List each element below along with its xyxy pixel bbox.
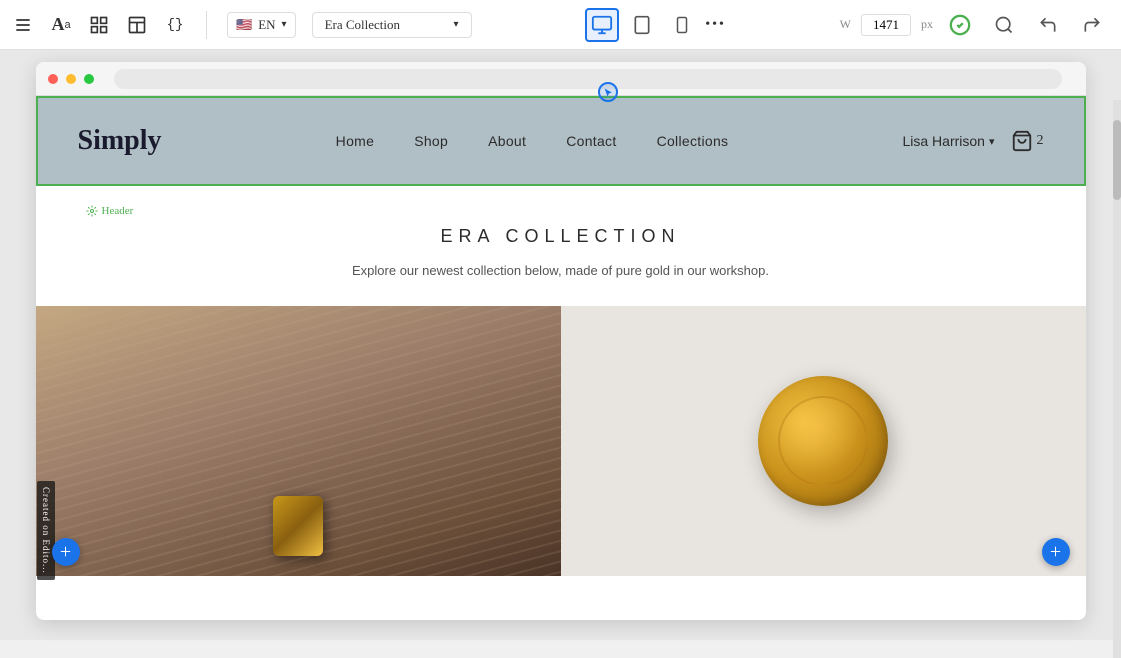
scrollbar-thumb[interactable] xyxy=(1113,120,1121,200)
add-section-right-button[interactable]: + xyxy=(1042,538,1070,566)
site-navigation: Home Shop About Contact Collections xyxy=(162,133,903,149)
mobile-view-button[interactable] xyxy=(665,8,699,42)
browser-dot-yellow xyxy=(66,74,76,84)
zoom-button[interactable] xyxy=(987,8,1021,42)
website-content: Header Simply Home Shop About Contact Co… xyxy=(36,96,1086,620)
site-header: Simply Home Shop About Contact Collectio… xyxy=(36,96,1086,186)
hero-section: ERA COLLECTION Explore our newest collec… xyxy=(36,186,1086,306)
nav-about[interactable]: About xyxy=(488,133,526,149)
coin-scene xyxy=(561,306,1086,576)
lang-chevron-icon: ▾ xyxy=(282,19,287,30)
more-options-icon[interactable]: ••• xyxy=(705,14,727,36)
flag-icon: 🇺🇸 xyxy=(236,17,252,33)
scrollbar[interactable] xyxy=(1113,100,1121,658)
language-selector[interactable]: 🇺🇸 EN ▾ xyxy=(227,12,296,38)
earring-scene xyxy=(36,306,561,576)
toolbar-left: Aa {} 🇺🇸 EN ▾ Era Collection ▾ xyxy=(12,11,472,39)
cart-button[interactable]: 2 xyxy=(1011,130,1044,152)
nav-home[interactable]: Home xyxy=(336,133,375,149)
site-logo: Simply xyxy=(78,125,162,157)
nav-contact[interactable]: Contact xyxy=(566,133,616,149)
product-card-left[interactable] xyxy=(36,306,561,576)
header-label-text: Header xyxy=(102,205,134,217)
browser-url-bar xyxy=(114,69,1062,89)
product-grid: + + xyxy=(36,306,1086,576)
browser-chrome xyxy=(36,62,1086,96)
device-switcher: ••• xyxy=(480,8,832,42)
coin-relief xyxy=(778,396,868,486)
toolbar-right: W 1471 px xyxy=(840,8,1109,42)
cart-count: 2 xyxy=(1037,133,1044,149)
width-label: W xyxy=(840,17,851,32)
product-card-right[interactable] xyxy=(561,306,1086,576)
language-code: EN xyxy=(258,17,275,33)
text-tool-icon[interactable] xyxy=(12,14,34,36)
coin-shape xyxy=(758,376,888,506)
grid-tool-icon[interactable] xyxy=(88,14,110,36)
main-toolbar: Aa {} 🇺🇸 EN ▾ Era Collection ▾ xyxy=(0,0,1121,50)
add-section-left-button[interactable]: + xyxy=(52,538,80,566)
undo-button[interactable] xyxy=(1031,8,1065,42)
header-right: Lisa Harrison ▾ 2 xyxy=(902,130,1043,152)
tablet-view-button[interactable] xyxy=(625,8,659,42)
toolbar-divider-1 xyxy=(206,11,207,39)
nav-collections[interactable]: Collections xyxy=(657,133,729,149)
canvas-area: Header Simply Home Shop About Contact Co… xyxy=(0,50,1121,640)
nav-shop[interactable]: Shop xyxy=(414,133,448,149)
desktop-view-button[interactable] xyxy=(585,8,619,42)
watermark-badge: Created on Edito... xyxy=(37,481,55,580)
width-unit: px xyxy=(921,17,933,32)
user-name: Lisa Harrison xyxy=(902,133,984,149)
width-value: 1471 xyxy=(861,14,911,36)
page-chevron-icon: ▾ xyxy=(454,19,459,30)
hero-title: ERA COLLECTION xyxy=(56,226,1066,247)
header-section-label: Header xyxy=(86,205,134,217)
check-action-button[interactable] xyxy=(943,8,977,42)
user-chevron-icon: ▾ xyxy=(989,135,995,148)
browser-frame: Header Simply Home Shop About Contact Co… xyxy=(36,62,1086,620)
browser-dot-green xyxy=(84,74,94,84)
page-name: Era Collection xyxy=(325,17,400,33)
user-menu[interactable]: Lisa Harrison ▾ xyxy=(902,133,994,149)
site-header-wrapper: Header Simply Home Shop About Contact Co… xyxy=(36,96,1086,186)
font-tool-icon[interactable]: Aa xyxy=(50,14,72,36)
browser-dot-red xyxy=(48,74,58,84)
redo-button[interactable] xyxy=(1075,8,1109,42)
layout-tool-icon[interactable] xyxy=(126,14,148,36)
code-tool-icon[interactable]: {} xyxy=(164,14,186,36)
hero-subtitle: Explore our newest collection below, mad… xyxy=(56,261,1066,282)
page-selector[interactable]: Era Collection ▾ xyxy=(312,12,472,38)
earring-shape xyxy=(273,496,323,556)
